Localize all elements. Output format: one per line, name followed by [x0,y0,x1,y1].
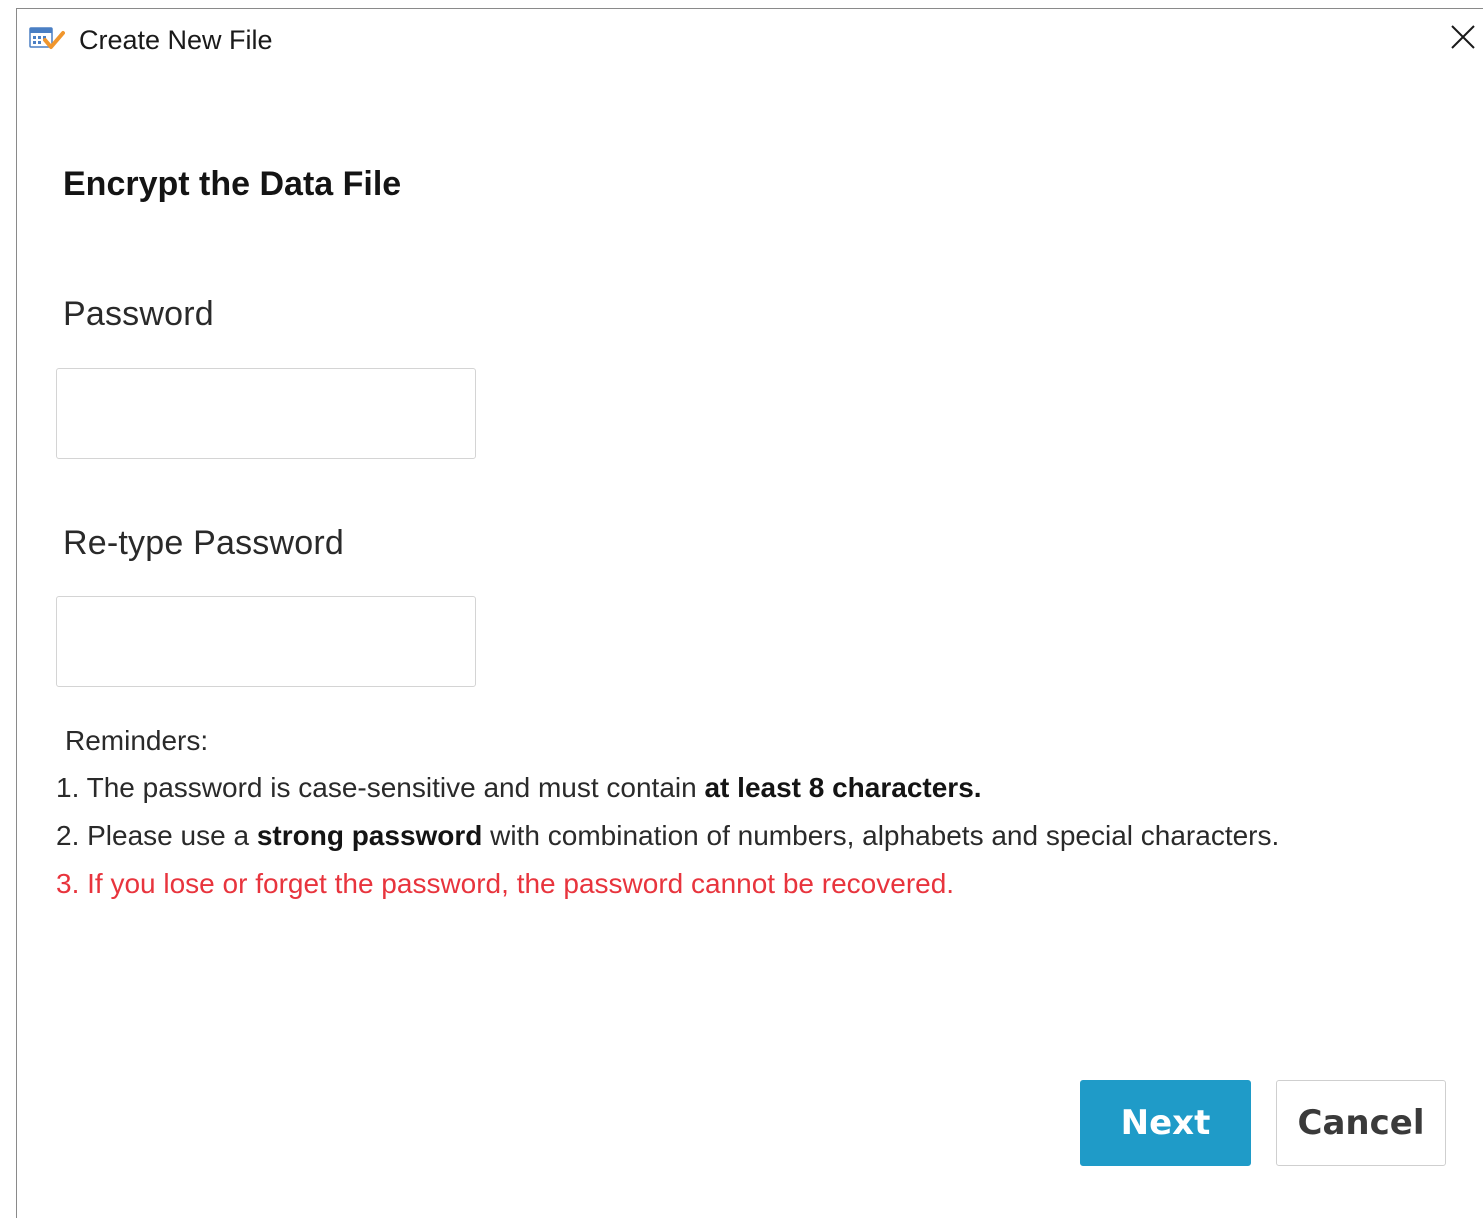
reminder-item-recovery-warning: 3. If you lose or forget the password, t… [56,868,955,899]
retype-password-input[interactable] [56,596,476,687]
reminder-length-emphasis: at least 8 characters. [704,772,982,803]
reminder-item-length: 1. The password is case-sensitive and mu… [56,771,1279,805]
cancel-button[interactable]: Cancel [1276,1080,1446,1166]
dialog-heading: Encrypt the Data File [63,165,402,203]
reminder-strength-suffix: with combination of numbers, alphabets a… [482,820,1280,851]
next-button[interactable]: Next [1080,1080,1251,1166]
title-bar: Create New File [17,9,1483,71]
reminder-item-strength: 2. Please use a strong password with com… [56,819,1279,853]
reminders-section: Reminders: 1. The password is case-sensi… [56,725,1279,915]
reminder-length-text: 1. The password is case-sensitive and mu… [56,772,705,803]
password-label: Password [63,295,214,333]
create-new-file-dialog: Create New File Encrypt the Data File Pa… [16,8,1483,1218]
reminder-strength-prefix: 2. Please use a [56,820,257,851]
window-title: Create New File [79,25,273,55]
close-icon [1451,25,1475,49]
reminder-strength-emphasis: strong password [256,820,483,851]
reminders-title: Reminders: [65,725,209,756]
retype-password-label: Re-type Password [63,524,344,562]
close-button[interactable] [1443,17,1483,57]
password-input[interactable] [56,368,476,459]
calendar-check-icon [29,25,65,51]
